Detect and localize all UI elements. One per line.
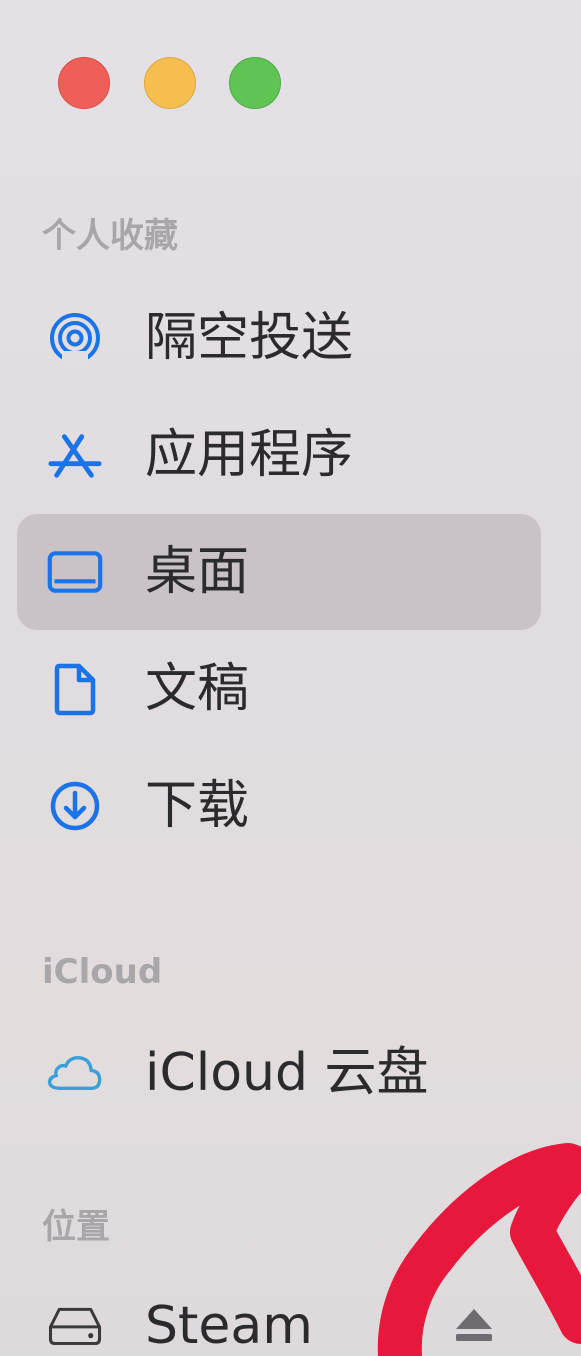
applications-icon [47,430,103,480]
sidebar-item-label: 下载 [145,776,250,836]
sidebar-item-downloads[interactable]: 下载 [17,748,541,864]
cloud-icon [47,1048,103,1098]
desktop-icon [47,547,103,597]
sidebar-item-desktop[interactable]: 桌面 [17,514,541,630]
close-window-button[interactable] [58,57,110,109]
sidebar-item-label: 桌面 [145,542,250,602]
finder-sidebar: 个人收藏 隔空投送 应用程序 桌面 文稿 下载 iCloud iCloud 云盘… [0,0,581,1356]
sidebar-item-airdrop[interactable]: 隔空投送 [17,280,541,396]
sidebar-item-label: 应用程序 [145,425,354,485]
section-header-icloud: iCloud [42,952,163,992]
zoom-window-button[interactable] [229,57,281,109]
section-header-locations: 位置 [42,1207,110,1247]
downloads-icon [47,781,103,831]
sidebar-item-documents[interactable]: 文稿 [17,631,541,747]
sidebar-item-label: 文稿 [145,659,250,719]
sidebar-item-label: iCloud 云盘 [145,1043,429,1103]
sidebar-item-applications[interactable]: 应用程序 [17,397,541,513]
sidebar-item-label: Steam [145,1296,313,1356]
sidebar-item-label: 隔空投送 [145,308,354,368]
sidebar-item-icloud-drive[interactable]: iCloud 云盘 [17,1015,541,1131]
airdrop-icon [47,313,103,365]
minimize-window-button[interactable] [144,57,196,109]
document-icon [47,663,103,716]
section-header-favorites: 个人收藏 [42,216,178,256]
disk-icon [47,1301,103,1351]
eject-icon[interactable] [450,1305,498,1345]
